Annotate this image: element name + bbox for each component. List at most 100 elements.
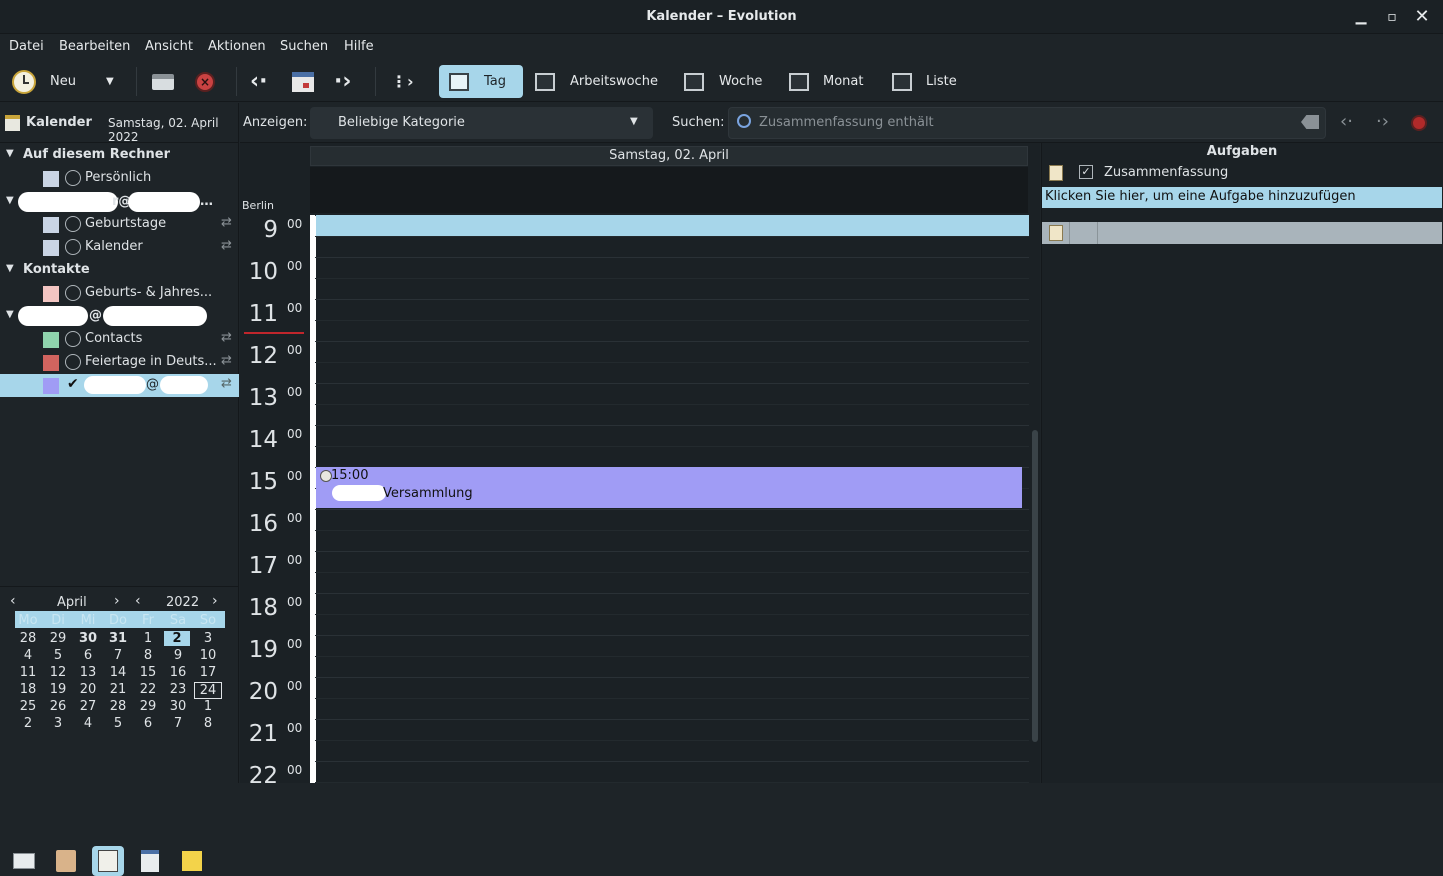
view-workweek-button[interactable]: Arbeitswoche	[535, 65, 665, 98]
checkbox-circle[interactable]	[65, 170, 81, 186]
prev-month-icon[interactable]: ‹	[10, 593, 16, 609]
mini-day[interactable]: 23	[164, 682, 192, 697]
mini-day[interactable]: 6	[74, 648, 102, 663]
group-auf-diesem-rechner[interactable]: ▼ Auf diesem Rechner	[0, 144, 239, 167]
view-list-button[interactable]: Liste	[892, 65, 962, 98]
half-hour-gridline[interactable]	[315, 656, 1029, 657]
chevron-down-icon[interactable]: ▼	[6, 263, 14, 274]
hour-gridline[interactable]	[315, 383, 1029, 384]
selected-slot[interactable]	[316, 215, 1029, 236]
nav-tasks-button[interactable]	[134, 846, 166, 876]
minimize-button[interactable]: ▁	[1352, 8, 1370, 26]
nav-memos-button[interactable]	[176, 846, 208, 876]
chevron-down-icon[interactable]: ▼	[6, 195, 14, 206]
hour-gridline[interactable]	[315, 719, 1029, 720]
mini-day[interactable]: 10	[194, 648, 222, 663]
mini-day[interactable]: 7	[164, 716, 192, 731]
go-to-date-button[interactable]: ⋮›	[391, 65, 417, 98]
menu-bearbeiten[interactable]: Bearbeiten	[59, 39, 130, 54]
checkbox-circle[interactable]	[65, 331, 81, 347]
mini-day[interactable]: 17	[194, 665, 222, 680]
sync-icon[interactable]: ⇄	[221, 376, 232, 391]
mini-day[interactable]: 5	[104, 716, 132, 731]
mini-day[interactable]: 20	[74, 682, 102, 697]
calendar-item-contacts[interactable]: Contacts ⇄	[0, 328, 239, 351]
mini-day[interactable]: 1	[194, 699, 222, 714]
view-month-button[interactable]: Monat	[789, 65, 869, 98]
half-hour-gridline[interactable]	[315, 530, 1029, 531]
view-week-button[interactable]: Woche	[684, 65, 764, 98]
mini-day[interactable]: 5	[44, 648, 72, 663]
menu-hilfe[interactable]: Hilfe	[344, 39, 374, 54]
hour-gridline[interactable]	[315, 635, 1029, 636]
nav-calendar-button[interactable]	[92, 846, 124, 876]
mini-day[interactable]: 3	[194, 631, 222, 646]
event-block[interactable]: 15:00 Versammlung	[316, 467, 1022, 508]
mini-day[interactable]: 11	[14, 665, 42, 680]
hour-gridline[interactable]	[315, 341, 1029, 342]
menu-aktionen[interactable]: Aktionen	[208, 39, 266, 54]
previous-button[interactable]: ‹·	[250, 65, 276, 98]
group-account-2[interactable]: ▼ @	[0, 305, 239, 328]
new-button[interactable]: Neu ▼	[12, 65, 122, 98]
half-hour-gridline[interactable]	[315, 362, 1029, 363]
sync-icon[interactable]: ⇄	[221, 215, 232, 230]
mini-day[interactable]: 22	[134, 682, 162, 697]
delete-button[interactable]: ×	[195, 65, 221, 98]
menu-ansicht[interactable]: Ansicht	[145, 39, 193, 54]
add-task-row[interactable]: Klicken Sie hier, um eine Aufgabe hinzuz…	[1042, 187, 1442, 208]
mini-day[interactable]: 19	[44, 682, 72, 697]
hour-gridline[interactable]	[315, 509, 1029, 510]
checkbox-circle[interactable]	[65, 239, 81, 255]
half-hour-gridline[interactable]	[315, 278, 1029, 279]
view-day-button[interactable]: Tag	[439, 65, 523, 98]
close-button[interactable]: ✕	[1413, 8, 1431, 26]
mini-day[interactable]: 15	[134, 665, 162, 680]
mini-day[interactable]: 25	[14, 699, 42, 714]
nav-contacts-button[interactable]	[50, 846, 82, 876]
hour-gridline[interactable]	[315, 257, 1029, 258]
mini-day[interactable]: 28	[104, 699, 132, 714]
chevron-down-icon[interactable]: ▼	[6, 148, 14, 159]
next-month-icon[interactable]: ›	[114, 593, 120, 609]
search-input[interactable]: Zusammenfassung enthält	[728, 107, 1326, 139]
group-kontakte[interactable]: ▼ Kontakte	[0, 259, 239, 282]
checkbox-circle[interactable]	[65, 285, 81, 301]
mini-day[interactable]: 13	[74, 665, 102, 680]
calendar-item-kalender[interactable]: Kalender ⇄	[0, 236, 239, 259]
mini-day[interactable]: 26	[44, 699, 72, 714]
mini-day[interactable]: 16	[164, 665, 192, 680]
mini-day[interactable]: 14	[104, 665, 132, 680]
menu-suchen[interactable]: Suchen	[280, 39, 328, 54]
mini-day[interactable]: 24	[194, 682, 222, 699]
scrollbar-thumb[interactable]	[1032, 430, 1038, 742]
mini-day[interactable]: 2	[164, 631, 190, 646]
hour-gridline[interactable]	[315, 593, 1029, 594]
mini-day[interactable]: 4	[14, 648, 42, 663]
search-prev-icon[interactable]: ‹·	[1340, 111, 1353, 132]
prev-year-icon[interactable]: ‹	[135, 593, 141, 609]
mini-day[interactable]: 18	[14, 682, 42, 697]
chevron-down-icon[interactable]: ▼	[6, 309, 14, 320]
half-hour-gridline[interactable]	[315, 236, 1029, 237]
hour-gridline[interactable]	[315, 425, 1029, 426]
nav-mail-button[interactable]	[8, 846, 40, 876]
chevron-down-icon[interactable]: ▼	[106, 76, 114, 87]
mini-day[interactable]: 8	[194, 716, 222, 731]
clear-icon[interactable]	[1301, 115, 1319, 129]
summary-column-header[interactable]: Zusammenfassung	[1104, 165, 1228, 180]
next-button[interactable]: ·›	[334, 65, 360, 98]
half-hour-gridline[interactable]	[315, 572, 1029, 573]
calendar-item-geburtstage-kontakte[interactable]: Geburts- & Jahres...	[0, 282, 239, 305]
hour-gridline[interactable]	[315, 299, 1029, 300]
group-account-1[interactable]: ▼ r@ …	[0, 191, 239, 214]
sync-icon[interactable]: ⇄	[221, 330, 232, 345]
half-hour-gridline[interactable]	[315, 614, 1029, 615]
mini-day[interactable]: 3	[44, 716, 72, 731]
menu-datei[interactable]: Datei	[9, 39, 44, 54]
mini-day[interactable]: 12	[44, 665, 72, 680]
half-hour-gridline[interactable]	[315, 740, 1029, 741]
stop-icon[interactable]	[1411, 115, 1427, 131]
calendar-item-geburtstage[interactable]: Geburtstage ⇄	[0, 213, 239, 236]
sync-icon[interactable]: ⇄	[221, 238, 232, 253]
